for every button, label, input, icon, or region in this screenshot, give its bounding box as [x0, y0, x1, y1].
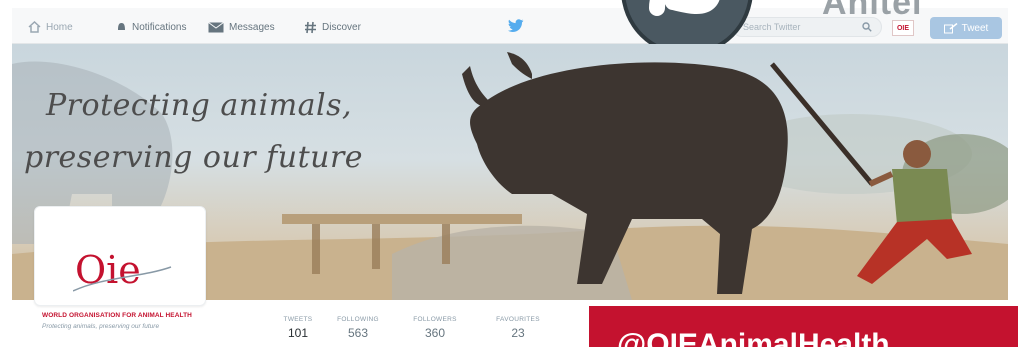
tweet-button-label: Tweet	[961, 22, 989, 34]
envelope-icon	[208, 21, 224, 32]
tweet-button[interactable]: Tweet	[930, 17, 1002, 39]
stat-label: FOLLOWING	[337, 316, 379, 323]
stat-followers[interactable]: FOLLOWERS 360	[400, 316, 470, 340]
stat-value: 23	[511, 326, 525, 340]
nav-discover-label: Discover	[322, 21, 361, 33]
search-icon[interactable]	[862, 22, 872, 32]
org-tagline: Protecting animals, preserving our futur…	[42, 323, 160, 330]
nav-home[interactable]: Home	[28, 18, 73, 36]
corner-overlay-text: Anitel	[822, 0, 923, 22]
nav-notifications-label: Notifications	[132, 21, 187, 33]
nav-home-label: Home	[46, 21, 73, 33]
stat-following[interactable]: FOLLOWING 563	[323, 316, 393, 340]
twitter-handle-banner: @OIEAnimalHealth	[589, 306, 1018, 347]
banner-headline: Protecting animals, preserving our futur…	[24, 80, 363, 184]
twitter-profile-screenshot: Home Notifications Messages Discover Sea…	[0, 0, 1018, 347]
avatar-text: OIE	[896, 24, 910, 32]
org-name: WORLD ORGANISATION FOR ANIMAL HEALTH	[42, 312, 192, 319]
stat-label: FAVOURITES	[496, 316, 540, 323]
twitter-handle: @OIEAnimalHealth	[617, 328, 890, 347]
home-icon	[28, 21, 41, 33]
nav-messages-label: Messages	[229, 21, 275, 33]
oie-logo-text: Oie	[75, 248, 141, 292]
stat-value: 563	[347, 326, 369, 340]
profile-avatar-card[interactable]: Oie	[34, 206, 206, 306]
hash-icon	[305, 21, 316, 33]
compose-icon	[943, 22, 958, 33]
nav-discover[interactable]: Discover	[304, 18, 361, 36]
nav-messages[interactable]: Messages	[208, 18, 275, 36]
stat-favourites[interactable]: FAVOURITES 23	[483, 316, 553, 340]
nav-notifications[interactable]: Notifications	[116, 18, 186, 36]
bell-icon	[118, 23, 125, 31]
stat-label: FOLLOWERS	[413, 316, 457, 323]
headline-line-2: preserving our future	[24, 140, 364, 175]
headline-line-1: Protecting animals,	[46, 88, 353, 123]
stat-value: 360	[424, 326, 446, 340]
oie-logo-icon: Oie	[73, 248, 172, 292]
twitter-bird-icon[interactable]	[508, 19, 524, 32]
